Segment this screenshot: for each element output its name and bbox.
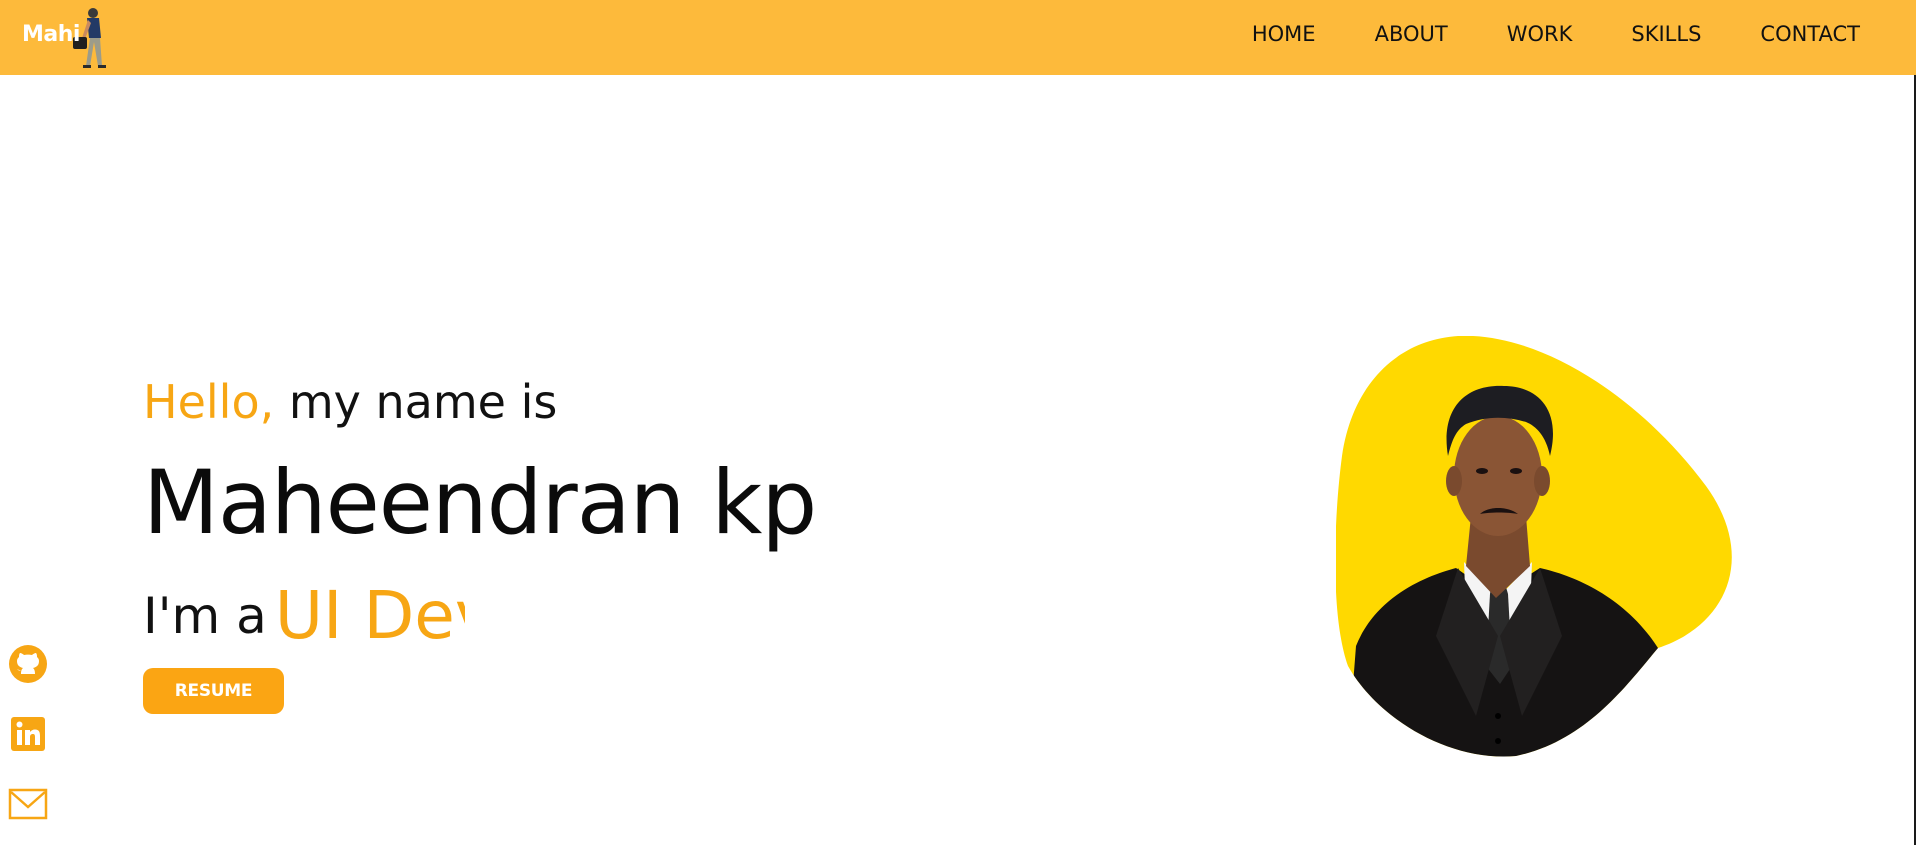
nav-home-link[interactable]: HOME [1252,20,1316,48]
nav-about-link[interactable]: ABOUT [1375,20,1448,48]
nav-contact-link[interactable]: CONTACT [1760,20,1860,48]
nav-work-link[interactable]: WORK [1507,20,1573,48]
greeting-text: my name is [274,375,558,429]
linkedin-icon [11,717,45,751]
hero-greeting: Hello, my name is [143,370,557,434]
site-logo[interactable]: Mahi [20,4,120,74]
linkedin-link[interactable] [8,714,48,754]
nav-skills-link[interactable]: SKILLS [1631,20,1701,48]
mail-link[interactable] [8,784,48,824]
hero-role: I'm a UI Dev [143,578,465,654]
github-icon [9,645,47,683]
greeting-accent: Hello, [143,375,275,429]
profile-photo-blob [1335,335,1738,758]
resume-button[interactable]: RESUME [143,668,284,714]
main-nav: HOME ABOUT WORK SKILLS CONTACT [1193,20,1860,48]
mail-icon [8,788,48,820]
role-typed-text: UI Dev [274,578,465,654]
top-navbar: Mahi HOME ABOUT WORK SKILLS CONTACT [0,0,1916,75]
profile-photo [1335,335,1732,757]
github-link[interactable] [8,644,48,684]
hero-name: Maheendran kp [143,451,817,554]
logo-text: Mahi [22,22,80,47]
role-prefix: I'm a [143,587,267,645]
